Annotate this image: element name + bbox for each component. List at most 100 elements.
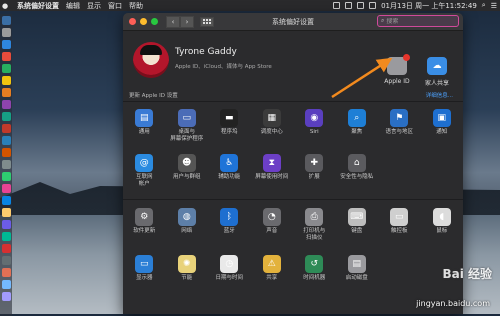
app-icon[interactable] (1, 196, 11, 205)
pref-item[interactable]: ᛒ 蓝牙 (208, 208, 251, 250)
status-icon[interactable] (345, 2, 353, 9)
empty-slot (378, 154, 421, 196)
battery-icon[interactable] (369, 2, 377, 9)
pref-item[interactable]: ◉ Siri (293, 109, 336, 151)
menu-extras: 01月13日 周一 上午11:52:49 ⌕ ☰ (333, 1, 500, 11)
pref-item[interactable]: ⌕ 聚焦 (336, 109, 379, 151)
wifi-icon[interactable] (357, 2, 365, 9)
app-icon[interactable] (1, 64, 11, 73)
dock-icon: ▬ (220, 109, 239, 127)
pref-row: ▤ 通用 ▭ 桌面与 屏幕保护程序 ▬ 程序坞 ▦ 调度中心 ◉ Siri ⌕ 聚焦 ⚑ 语言与地区 ▣ 通知 (123, 109, 463, 151)
show-all-button[interactable] (200, 16, 214, 27)
pref-item[interactable]: ▣ 通知 (421, 109, 464, 151)
menu-clock[interactable]: 01月13日 周一 上午11:52:49 (381, 1, 477, 11)
app-icon[interactable] (1, 172, 11, 181)
app-icon[interactable] (1, 88, 11, 97)
extensions-icon: ✚ (305, 154, 324, 172)
zoom-button[interactable] (151, 18, 158, 25)
app-icon[interactable] (1, 268, 11, 277)
app-icon[interactable] (1, 76, 11, 85)
finder-icon[interactable] (1, 16, 11, 25)
app-icon[interactable] (1, 112, 11, 121)
pref-item[interactable]: ⧗ 屏幕使用时间 (251, 154, 294, 196)
app-icon[interactable] (1, 148, 11, 157)
pref-item[interactable]: ↺ 时间机器 (293, 255, 336, 297)
pref-item[interactable]: ⚠ 共享 (251, 255, 294, 297)
menu-app-name[interactable]: 系统偏好设置 (17, 1, 59, 11)
app-icon[interactable] (1, 160, 11, 169)
pref-item[interactable]: @ 互联网 帐户 (123, 154, 166, 196)
mouse-icon: ◖ (432, 208, 451, 226)
pref-item[interactable]: ⚑ 语言与地区 (378, 109, 421, 151)
pref-item-label: 辅助功能 (218, 174, 241, 180)
app-icon[interactable] (1, 220, 11, 229)
pref-item[interactable]: ☻ 用户与群组 (166, 154, 209, 196)
internet-accounts-icon: @ (135, 154, 154, 172)
apple-id-pane[interactable]: Apple ID (381, 54, 413, 85)
close-button[interactable] (129, 18, 136, 25)
search-field[interactable]: ⌕ (377, 15, 459, 27)
pref-item-label: 用户与群组 (172, 174, 201, 180)
safari-icon[interactable] (1, 40, 11, 49)
app-icon[interactable] (1, 124, 11, 133)
search-icon: ⌕ (381, 17, 385, 24)
pref-item[interactable]: ◷ 日期与时间 (208, 255, 251, 297)
pref-item[interactable]: ▭ 显示器 (123, 255, 166, 297)
update-banner: 更新 Apple ID 设置 详细信息... (123, 89, 463, 101)
pref-item[interactable]: ◔ 声音 (251, 208, 294, 250)
minimize-button[interactable] (140, 18, 147, 25)
avatar[interactable] (133, 42, 169, 78)
pref-item[interactable]: ▬ 程序坞 (208, 109, 251, 151)
family-sharing-pane[interactable]: ☁ 家人共享 (421, 57, 453, 87)
app-icon[interactable] (1, 244, 11, 253)
app-icon[interactable] (1, 256, 11, 265)
status-icon[interactable] (333, 2, 341, 9)
search-icon[interactable]: ⌕ (482, 1, 486, 10)
pref-item-label: 屏幕使用时间 (255, 174, 289, 180)
pref-item[interactable]: ✚ 扩展 (293, 154, 336, 196)
app-icon[interactable] (1, 52, 11, 61)
notifications-icon: ▣ (432, 109, 451, 127)
pref-item-label: 互联网 帐户 (135, 174, 153, 187)
pref-item[interactable]: ⌨ 键盘 (336, 208, 379, 250)
bluetooth-icon: ᛒ (220, 208, 239, 226)
apple-menu-icon[interactable]: ● (0, 2, 10, 10)
empty-slot (421, 154, 464, 196)
launchpad-icon[interactable] (1, 28, 11, 37)
pref-item[interactable]: ▤ 启动磁盘 (336, 255, 379, 297)
pref-item[interactable]: ▭ 桌面与 屏幕保护程序 (166, 109, 209, 151)
details-link[interactable]: 详细信息... (426, 91, 453, 99)
pref-item[interactable]: ⚙ 软件更新 (123, 208, 166, 250)
pref-item[interactable]: ◖ 鼠标 (421, 208, 464, 250)
pref-item[interactable]: ▤ 通用 (123, 109, 166, 151)
app-icon[interactable] (1, 100, 11, 109)
pref-item[interactable]: ▦ 调度中心 (251, 109, 294, 151)
back-button[interactable]: ‹ (166, 15, 180, 28)
screen-time-icon: ⧗ (262, 154, 281, 172)
app-icon[interactable] (1, 136, 11, 145)
list-icon[interactable]: ☰ (491, 2, 497, 10)
pref-item-label: 安全性与隐私 (340, 174, 374, 180)
pref-item[interactable]: ▭ 触控板 (378, 208, 421, 250)
app-icon[interactable] (1, 208, 11, 217)
menu-edit[interactable]: 编辑 (66, 1, 80, 11)
app-icon[interactable] (1, 292, 11, 301)
search-input[interactable] (386, 17, 447, 25)
menu-help[interactable]: 帮助 (129, 1, 143, 11)
app-icon[interactable] (1, 184, 11, 193)
pref-item[interactable]: ✺ 节能 (166, 255, 209, 297)
menu-window[interactable]: 窗口 (108, 1, 122, 11)
trackpad-icon: ▭ (390, 208, 409, 226)
pref-item-label: 启动磁盘 (345, 275, 368, 281)
printer-icon: ⎙ (305, 208, 324, 226)
mission-control-icon: ▦ (262, 109, 281, 127)
app-icon[interactable] (1, 232, 11, 241)
pref-item[interactable]: ♿ 辅助功能 (208, 154, 251, 196)
menu-view[interactable]: 显示 (87, 1, 101, 11)
pref-item[interactable]: ⌂ 安全性与隐私 (336, 154, 379, 196)
app-icon[interactable] (1, 280, 11, 289)
forward-button[interactable]: › (180, 15, 194, 28)
time-machine-icon: ↺ (305, 255, 324, 273)
pref-item[interactable]: ◍ 网络 (166, 208, 209, 250)
pref-item[interactable]: ⎙ 打印机与 扫描仪 (293, 208, 336, 250)
